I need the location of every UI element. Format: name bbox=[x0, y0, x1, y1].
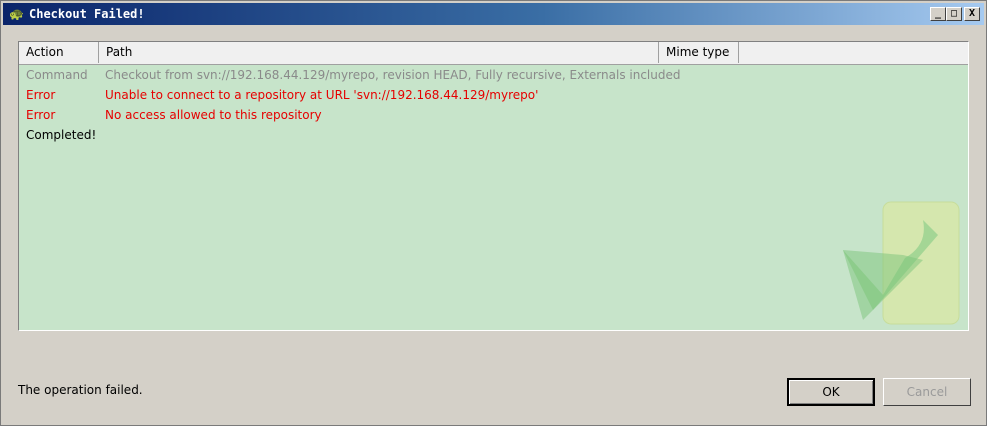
cancel-button[interactable]: Cancel bbox=[883, 378, 971, 406]
row-action: Error bbox=[26, 88, 56, 102]
checkout-dialog: 🐢 Checkout Failed! _ □ X Action Path Mim… bbox=[0, 0, 987, 426]
tortoise-icon: 🐢 bbox=[9, 7, 24, 21]
column-header-mime-type[interactable]: Mime type bbox=[659, 42, 739, 63]
column-header-action[interactable]: Action bbox=[19, 42, 99, 63]
maximize-button[interactable]: □ bbox=[946, 7, 962, 21]
checkmark-watermark-icon bbox=[843, 201, 960, 325]
minimize-button[interactable]: _ bbox=[930, 7, 946, 21]
row-action: Error bbox=[26, 108, 56, 122]
list-item[interactable]: Command Checkout from svn://192.168.44.1… bbox=[19, 65, 968, 85]
list-item[interactable]: Error Unable to connect to a repository … bbox=[19, 85, 968, 105]
title-bar[interactable]: 🐢 Checkout Failed! _ □ X bbox=[3, 3, 984, 25]
column-header-path[interactable]: Path bbox=[99, 42, 659, 63]
list-header: Action Path Mime type bbox=[19, 42, 968, 65]
results-list[interactable]: Action Path Mime type Command Checkout f… bbox=[18, 41, 969, 331]
row-action: Command bbox=[26, 68, 88, 82]
row-path: No access allowed to this repository bbox=[105, 108, 322, 122]
ok-button[interactable]: OK bbox=[787, 378, 875, 406]
window-title: Checkout Failed! bbox=[29, 7, 145, 21]
row-path: Unable to connect to a repository at URL… bbox=[105, 88, 539, 102]
list-item[interactable]: Completed! bbox=[19, 125, 968, 145]
status-message: The operation failed. bbox=[18, 383, 143, 397]
row-action: Completed! bbox=[26, 128, 97, 142]
close-button[interactable]: X bbox=[964, 7, 980, 21]
list-item[interactable]: Error No access allowed to this reposito… bbox=[19, 105, 968, 125]
row-path: Checkout from svn://192.168.44.129/myrep… bbox=[105, 68, 681, 82]
